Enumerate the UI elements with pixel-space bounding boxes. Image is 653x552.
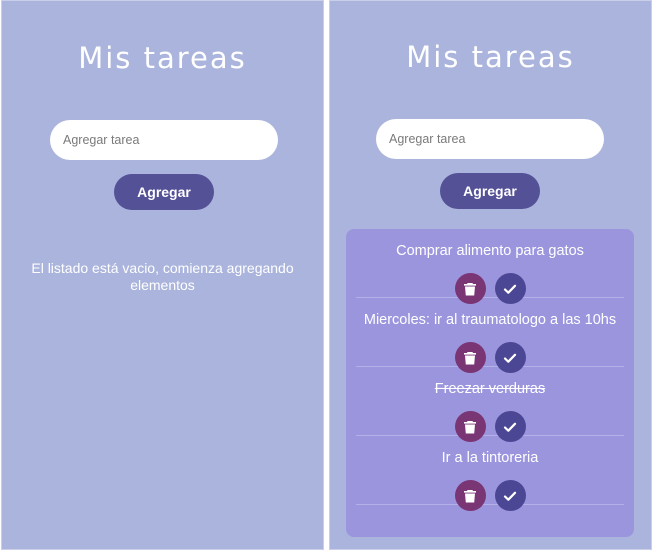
trash-icon xyxy=(464,489,476,502)
complete-task-button[interactable] xyxy=(494,480,526,511)
task-input[interactable] xyxy=(376,119,604,159)
panel-task-list: Mis tareas Agregar Comprar alimento para… xyxy=(329,0,652,550)
task-item: Freezar verduras xyxy=(356,367,624,442)
task-item: Ir a la tintoreria xyxy=(356,436,624,511)
panel-empty-state: Mis tareas Agregar El listado está vacio… xyxy=(1,0,324,550)
task-actions xyxy=(356,480,624,511)
add-task-button[interactable]: Agregar xyxy=(440,173,540,209)
task-text: Comprar alimento para gatos xyxy=(396,243,584,259)
trash-icon xyxy=(464,282,476,295)
empty-list-message: El listado está vacio, comienza agregand… xyxy=(31,260,294,293)
trash-icon xyxy=(464,420,476,433)
task-input[interactable] xyxy=(50,120,278,160)
delete-task-button[interactable] xyxy=(454,480,486,511)
page-title: Mis tareas xyxy=(78,41,247,75)
add-task-button[interactable]: Agregar xyxy=(114,174,214,210)
task-text: Miercoles: ir al traumatologo a las 10hs xyxy=(363,312,617,328)
task-text-completed: Freezar verduras xyxy=(434,381,546,397)
app-stage: Mis tareas Agregar El listado está vacio… xyxy=(0,0,653,552)
check-icon xyxy=(503,422,517,432)
check-icon xyxy=(503,353,517,363)
page-title: Mis tareas xyxy=(406,40,575,74)
task-item: Miercoles: ir al traumatologo a las 10hs xyxy=(356,298,624,373)
task-list: Comprar alimento para gatos Miercoles: i… xyxy=(346,229,634,537)
task-text: Ir a la tintoreria xyxy=(441,450,539,466)
check-icon xyxy=(503,284,517,294)
task-item: Comprar alimento para gatos xyxy=(356,229,624,304)
trash-icon xyxy=(464,351,476,364)
check-icon xyxy=(503,491,517,501)
